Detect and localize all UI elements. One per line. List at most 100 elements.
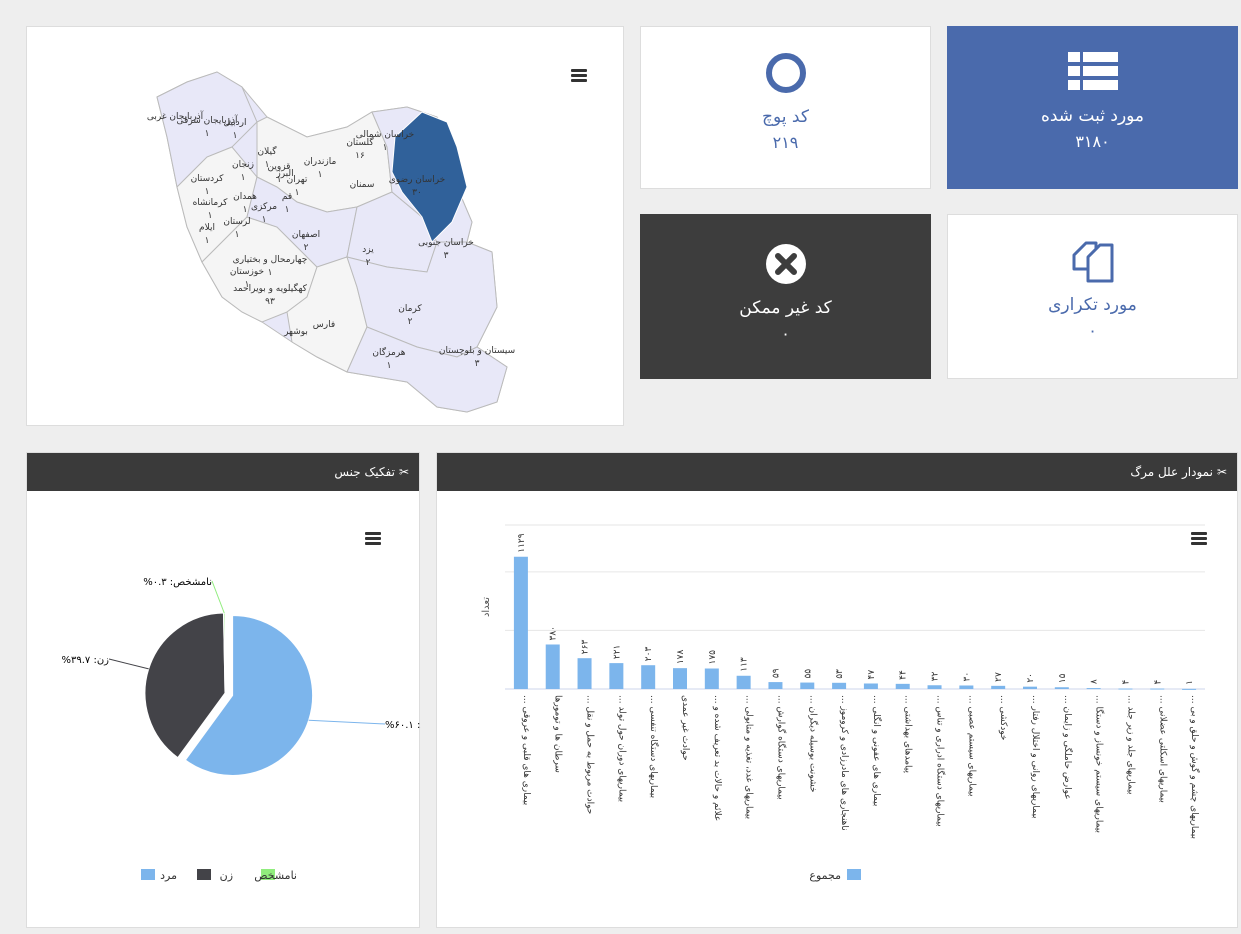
map-label-value: ۱ [285, 205, 290, 215]
category-label: سرطان ها و تومورها [553, 695, 563, 773]
category-label: ... حوادث مربوط به حمل و نقل [585, 695, 595, 814]
bar[interactable] [863, 683, 878, 689]
map-label-name: سیستان و بلوچستان [439, 346, 515, 356]
category-label: ... خشونت بوسیله دیگران [807, 695, 819, 793]
map-label-value: ۳۰ [412, 188, 422, 198]
bar-data-label: ۵۵ [803, 669, 813, 679]
category-label: ... بیماریهای دوران حول تولد [616, 695, 626, 802]
pie-data-label: مرد: ۶۰.۱% [385, 720, 421, 731]
impossible-code-tile[interactable]: کد غیر ممکن ۰ [640, 214, 931, 379]
category-label: ... ناهنجاری های مادرزادی و کروموز [839, 695, 849, 831]
map-label-name: ایلام [199, 223, 215, 233]
map-label-name: کرمان [398, 304, 422, 314]
map-label-value: ۱ [243, 205, 248, 215]
bar[interactable] [1086, 688, 1101, 690]
map-label-value: ۱ [233, 131, 238, 141]
bar[interactable] [609, 663, 624, 689]
bar-data-label: ۴۴ [899, 670, 909, 680]
map-label-value: ۱ [205, 129, 210, 139]
map-label-name: کهگیلویه و بویراحمد [233, 282, 307, 294]
bar[interactable] [513, 556, 528, 689]
map-label-name: گیلان [258, 145, 278, 157]
y-axis-label: تعداد [481, 597, 492, 617]
pie-legend-item[interactable]: نامشخص [254, 869, 297, 882]
map-label-name: همدان [233, 192, 257, 202]
bar[interactable] [959, 685, 974, 689]
map-label-name: خراسان رضوی [389, 175, 445, 185]
bar[interactable] [1182, 688, 1197, 690]
duplicate-value: ۰ [1088, 321, 1097, 340]
bar[interactable] [673, 668, 687, 689]
bar-data-label: ۱۷۵ [708, 650, 718, 665]
map-label-name: قم [282, 192, 292, 202]
bar-data-label: ۵۳ [835, 669, 845, 679]
bar[interactable] [768, 682, 783, 689]
category-label: ... خودکشی [998, 695, 1008, 741]
copy-icon [1072, 241, 1113, 283]
empty-code-value: ۲۱۹ [772, 133, 799, 152]
bar[interactable] [545, 644, 560, 689]
map-label-value: ۱ [387, 361, 392, 371]
pie-data-label: نامشخص: ۰.۳% [143, 577, 212, 588]
bar[interactable] [800, 682, 815, 689]
map-label-name: لرستان [223, 217, 250, 227]
map-label-value: ۱ [208, 211, 213, 221]
bar[interactable] [1023, 686, 1037, 689]
bar-data-label: ۱ [1185, 680, 1195, 685]
map-label-name: خراسان شمالی [356, 130, 415, 140]
map-label-value: ۱ [268, 268, 273, 278]
map-label-name: سمنان [350, 180, 375, 190]
bar-data-label: ۲۶۳ [581, 640, 591, 655]
bar-data-label: ۳۰ [962, 672, 972, 682]
bar[interactable] [1150, 688, 1165, 690]
map-card: آذربایجان غربی آذربایجان شرقی ۱ اردبیل ۱ گیلا… [26, 26, 624, 426]
registered-tile[interactable]: مورد ثبت شده ۳۱۸۰ [947, 26, 1238, 189]
pie-legend-item[interactable]: زن [197, 869, 233, 882]
bar-data-label: ۳۸۰ [549, 626, 559, 641]
death-causes-panel: ✂نمودار علل مرگ تعداد ۱۱۲۹... بیماری های … [436, 452, 1238, 928]
duplicate-tile[interactable]: مورد تکراری ۰ [947, 214, 1238, 379]
map-label-name: کرمانشاه [193, 198, 229, 208]
map-label-name: اصفهان [292, 230, 320, 240]
bar[interactable] [704, 668, 719, 690]
bar[interactable] [1118, 688, 1133, 690]
bar[interactable] [577, 658, 592, 689]
category-label: ... بیماریهای دستگاه تنفسی [648, 695, 660, 798]
map-label-name: خراسان جنوبی [418, 238, 474, 248]
bar[interactable] [991, 685, 1006, 689]
bar-data-label: ۱۵ [1058, 673, 1068, 683]
bar-data-label: ۱۱۳ [740, 657, 750, 672]
bar[interactable] [927, 685, 942, 689]
times-circle-icon [765, 244, 806, 284]
bar[interactable] [641, 665, 656, 689]
map-label-name: تهران [287, 175, 308, 185]
bar[interactable] [832, 682, 847, 689]
map-label-name: چهارمحال و بختیاری [233, 255, 308, 265]
category-label: ... بیماریهای روانی و اختلال رفتار [1030, 695, 1040, 819]
legend-swatch [847, 869, 861, 880]
legend-label: مرد [160, 869, 177, 882]
map-label-value: ۲ [408, 317, 413, 327]
map-label-value: ۱ [262, 215, 267, 225]
bar[interactable] [1054, 687, 1069, 689]
bar-data-label: ۸ [1090, 679, 1100, 684]
map-label-name: یزد [362, 245, 374, 255]
category-label: ... عوارض حاملگی و زایمان [1062, 695, 1074, 800]
map-label-value: ۳ [475, 359, 480, 369]
map-label-value: ۱ [383, 143, 388, 153]
category-label: ... پیامدهای بهداشتی [903, 695, 913, 773]
pie-connector [211, 580, 225, 614]
map-label-name: بوشهر [283, 327, 308, 337]
bar[interactable] [895, 683, 910, 689]
category-label: ... بیماری های عفونی و انگلی [871, 695, 883, 806]
bar-legend[interactable]: مجموع [809, 869, 861, 882]
pie-connector [108, 658, 149, 670]
map-label-value: ۳ [444, 251, 449, 261]
gender-pie-chart: مرد: ۶۰.۱% زن: ۳۹.۷% نامشخص: ۰.۳% مرد زن نامش… [61, 577, 421, 882]
empty-code-tile[interactable]: کد پوچ ۲۱۹ [640, 26, 931, 189]
duplicate-label: مورد تکراری [1048, 295, 1137, 315]
bar[interactable] [736, 675, 751, 689]
pie-legend-item[interactable]: مرد [141, 869, 177, 882]
registered-label: مورد ثبت شده [1040, 106, 1145, 126]
bar-data-label: ۲۲۱ [612, 645, 622, 660]
